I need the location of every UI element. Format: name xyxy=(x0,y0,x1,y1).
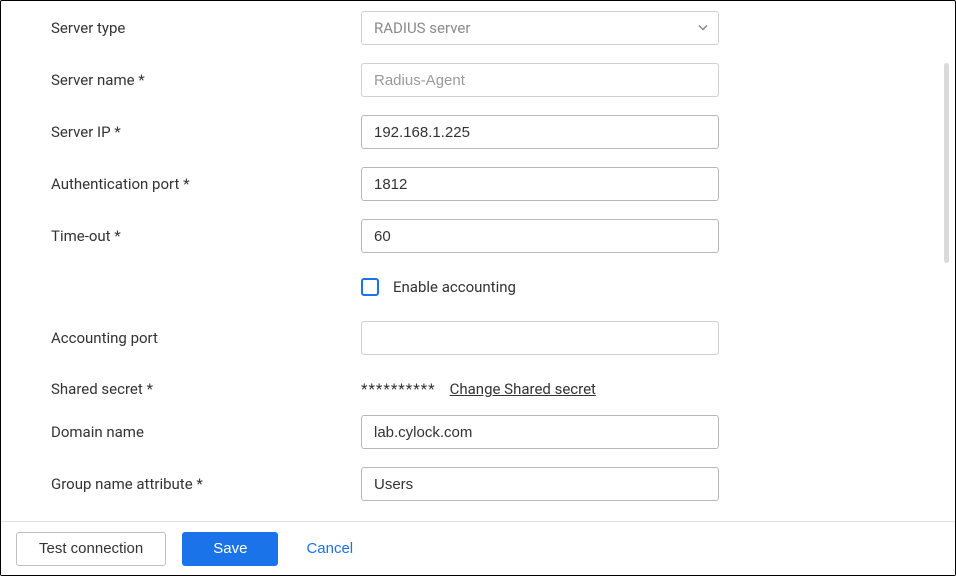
accounting-port-label: Accounting port xyxy=(51,329,361,347)
server-type-label: Server type xyxy=(51,19,361,37)
server-ip-row: Server IP * xyxy=(51,115,905,149)
auth-port-label: Authentication port * xyxy=(51,175,361,193)
server-type-select[interactable]: RADIUS server xyxy=(361,11,719,45)
scrollbar-thumb[interactable] xyxy=(944,63,949,263)
domain-name-input[interactable] xyxy=(361,415,719,449)
accounting-port-row: Accounting port xyxy=(51,321,905,355)
test-connection-button[interactable]: Test connection xyxy=(16,532,166,566)
group-attr-label: Group name attribute * xyxy=(51,475,361,493)
enable-accounting-checkbox[interactable] xyxy=(361,278,379,296)
group-attr-input[interactable] xyxy=(361,467,719,501)
auth-port-row: Authentication port * xyxy=(51,167,905,201)
server-name-label: Server name * xyxy=(51,71,361,89)
domain-name-row: Domain name xyxy=(51,415,905,449)
scrollbar-track[interactable] xyxy=(944,3,949,518)
timeout-label: Time-out * xyxy=(51,227,361,245)
timeout-row: Time-out * xyxy=(51,219,905,253)
server-config-form: Server type RADIUS server Server name * … xyxy=(1,1,955,561)
server-name-row: Server name * xyxy=(51,63,905,97)
domain-name-label: Domain name xyxy=(51,423,361,441)
save-button[interactable]: Save xyxy=(182,532,278,566)
server-ip-input[interactable] xyxy=(361,115,719,149)
enable-accounting-label: Enable accounting xyxy=(393,278,516,296)
footer-bar: Test connection Save Cancel xyxy=(1,521,955,575)
server-name-input[interactable] xyxy=(361,63,719,97)
shared-secret-label: Shared secret * xyxy=(51,380,361,398)
accounting-port-input[interactable] xyxy=(361,321,719,355)
server-type-row: Server type RADIUS server xyxy=(51,11,905,45)
shared-secret-row: Shared secret * ********** Change Shared… xyxy=(51,373,905,405)
timeout-input[interactable] xyxy=(361,219,719,253)
group-attr-row: Group name attribute * xyxy=(51,467,905,501)
auth-port-input[interactable] xyxy=(361,167,719,201)
change-shared-secret-link[interactable]: Change Shared secret xyxy=(450,380,596,398)
server-ip-label: Server IP * xyxy=(51,123,361,141)
enable-accounting-row: Enable accounting xyxy=(51,271,905,303)
cancel-button[interactable]: Cancel xyxy=(294,532,365,566)
shared-secret-mask: ********** xyxy=(361,380,436,398)
